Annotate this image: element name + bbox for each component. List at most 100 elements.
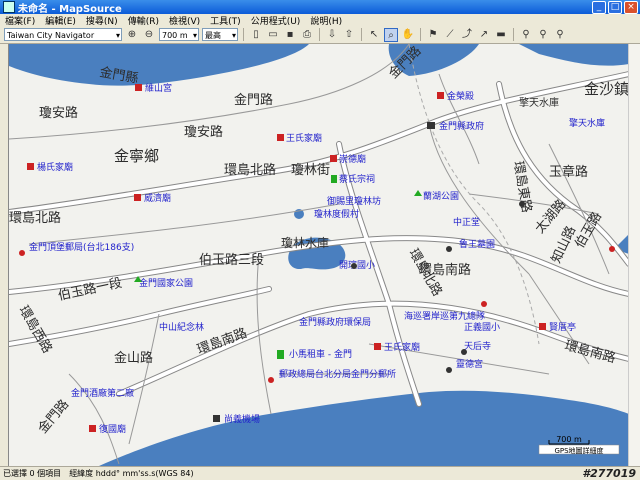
poi-weiji: 威濟廟 [144, 192, 171, 204]
maximize-button[interactable]: □ [608, 1, 622, 14]
temple-icon [277, 134, 284, 141]
toolbar-separator [513, 28, 514, 41]
temple-icon [609, 246, 615, 252]
menu-view[interactable]: 檢視(V) [164, 14, 205, 27]
toolbar-separator [361, 28, 362, 41]
map-product-select[interactable]: Taiwan City Navigator v8.60 [4, 28, 122, 53]
toolbar-separator [319, 28, 320, 41]
poi-postoffice: 郵政總局台北分局金門分郵所 [279, 368, 396, 380]
mapsource-icon [3, 1, 15, 13]
police-icon [481, 301, 487, 307]
find-nearby-icon[interactable]: ⚲ [553, 28, 567, 42]
poi-lingjue: 靈德宮 [456, 358, 483, 370]
temple-icon [27, 163, 34, 170]
label-huanbei-w: 環島北路 [9, 210, 61, 226]
detail-select[interactable]: 最高 [202, 28, 238, 42]
poi-coast-guard: 海巡署岸巡第九總隊 [404, 310, 485, 322]
menu-file[interactable]: 檔案(F) [0, 14, 40, 27]
zoom-in-icon[interactable]: ⊕ [125, 28, 139, 42]
poi-xiaoma: 小馬租車 - 金門 [289, 348, 352, 360]
find-places-icon[interactable]: ⚲ [536, 28, 550, 42]
save-icon[interactable]: ▪ [283, 28, 297, 42]
track-tool-icon[interactable]: ⤴ [460, 28, 474, 42]
poi-weishan: 維山宮 [145, 82, 172, 94]
poi-caishi: 蔡氏宗祠 [339, 173, 375, 185]
poi-wangshi-1: 王氏家廟 [286, 132, 322, 144]
open-icon[interactable]: ▭ [266, 28, 280, 42]
detail-label: GPS地圖詳細度 [554, 446, 603, 455]
label-qionglin-st: 瓊林街 [291, 163, 330, 178]
label-jinning: 金寧鄉 [114, 147, 159, 165]
route-tool-icon[interactable]: ⟋ [443, 28, 457, 42]
rental-icon [277, 350, 284, 359]
menu-find[interactable]: 搜尋(N) [81, 14, 123, 27]
poi-chongyuan: 崇德廟 [339, 153, 366, 165]
poi-zhongshan: 中山紀念林 [159, 321, 204, 333]
airport-icon [213, 415, 220, 422]
scale-label: 700 m [556, 435, 582, 444]
zoom-tool-icon[interactable]: ⌕ [384, 27, 398, 42]
selection-tool-icon[interactable]: ↖ [367, 28, 381, 42]
menu-tools[interactable]: 工具(T) [205, 14, 246, 27]
poi-jinhu: 金門酒廠第二廠 [71, 387, 134, 399]
poi-gong-park: 金門國家公園 [139, 277, 193, 289]
toolbar: Taiwan City Navigator v8.60 ⊕ ⊖ 700 m 最高… [0, 26, 640, 53]
selection-status: 已選擇 0 個項目 [3, 469, 62, 478]
label-boyu-3: 伯玉路三段 [199, 252, 264, 268]
receive-from-device-icon[interactable]: ⇩ [325, 28, 339, 42]
label-jinshan: 金山路 [114, 350, 153, 366]
close-button[interactable]: × [624, 1, 638, 14]
zoom-out-icon[interactable]: ⊖ [142, 28, 156, 42]
post-office-icon [19, 250, 25, 256]
poi-wangshi-2: 王氏家廟 [384, 341, 420, 353]
find-icon[interactable]: ⚲ [519, 28, 533, 42]
hand-tool-icon[interactable]: ✋ [401, 28, 415, 42]
poi-post-186: 金門頂堡郵局(台北186支) [29, 241, 134, 253]
menu-bar: 檔案(F) 編輯(E) 搜尋(N) 傳輸(R) 檢視(V) 工具(T) 公用程式… [0, 14, 640, 27]
label-huanbei: 環島北路 [224, 162, 276, 178]
zoom-level-select[interactable]: 700 m [159, 28, 199, 42]
menu-help[interactable]: 說明(H) [305, 14, 347, 27]
label-jinsha: 金沙鎮 [584, 80, 629, 98]
toolbar-separator [420, 28, 421, 41]
post-office-icon [268, 377, 274, 383]
toolbar-separator [243, 28, 244, 41]
menu-edit[interactable]: 編輯(E) [40, 14, 81, 27]
label-yuzhang: 玉章路 [549, 164, 588, 180]
temple-icon [446, 367, 452, 373]
poi-shangyi: 尚義機場 [224, 413, 260, 425]
measure-tool-icon[interactable]: ▬ [494, 28, 508, 42]
temple-icon [89, 425, 96, 432]
poi-xianyi: 賢厝亭 [549, 321, 576, 333]
waypoint-flag-icon[interactable]: ⚑ [426, 28, 440, 42]
temple-icon [330, 155, 337, 162]
poi-xingtian: 擎天水庫 [519, 96, 559, 109]
temple-icon [135, 84, 142, 91]
poi-tianhou: 天后寺 [464, 341, 491, 352]
junction-icon [519, 201, 525, 207]
temple-icon [461, 349, 467, 355]
watermark: #277019 [582, 467, 636, 480]
poi-xinghua: 金門縣政府環保局 [299, 316, 371, 328]
poi-zhongzheng: 中正堂 [453, 216, 480, 228]
map-canvas[interactable]: 金門縣 金門路 瓊安路 瓊安路 金寧鄉 環島北路 瓊林街 金門路 金沙鎮 環島東… [9, 44, 629, 466]
coordinate-format: 經緯度 hddd° mm'ss.s(WGS 84) [69, 469, 194, 478]
window-title: 未命名 - MapSource [18, 3, 122, 15]
poi-lumen: 魯王墓園 [459, 238, 495, 250]
right-panel-scrollbar[interactable] [628, 44, 640, 466]
poi-fuguo: 復國廟 [99, 423, 126, 435]
send-to-device-icon[interactable]: ⇧ [342, 28, 356, 42]
shrine-icon [331, 175, 337, 183]
new-icon[interactable]: ▯ [249, 28, 263, 42]
minimize-button[interactable]: _ [592, 1, 606, 14]
map-view[interactable]: 金門縣 金門路 瓊安路 瓊安路 金寧鄉 環島北路 瓊林街 金門路 金沙鎮 環島東… [8, 44, 629, 466]
poi-zhengyi: 正義國小 [464, 321, 500, 333]
label-jinmen-rd: 金門路 [234, 92, 273, 108]
menu-utilities[interactable]: 公用程式(U) [246, 14, 306, 27]
poi-guoxiao: 開瑄國小 [339, 259, 375, 271]
print-icon[interactable]: ⎙ [300, 28, 314, 42]
menu-transfer[interactable]: 傳輸(R) [123, 14, 164, 27]
building-icon [427, 122, 435, 129]
poi-yangshi: 楊氏家廟 [37, 161, 73, 173]
distance-tool-icon[interactable]: ↗ [477, 28, 491, 42]
